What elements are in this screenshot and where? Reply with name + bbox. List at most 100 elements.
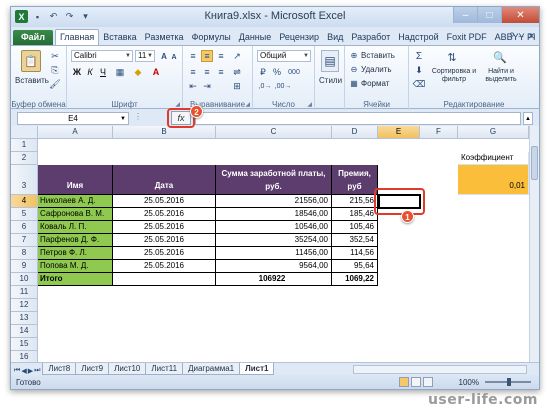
close-button[interactable]: ✕	[501, 7, 539, 23]
row-header-8[interactable]: 8	[11, 247, 38, 260]
column-header-e[interactable]: E	[378, 126, 420, 139]
cell-name-3[interactable]: Коваль Л. П.	[38, 221, 113, 234]
styles-button[interactable]: Стили	[319, 76, 342, 85]
find-select-button[interactable]: Найти и выделить	[479, 68, 523, 84]
insert-cells-icon[interactable]: ⊕	[349, 50, 359, 60]
last-sheet-icon[interactable]: ⏭	[34, 367, 40, 375]
maximize-button[interactable]: □	[477, 7, 501, 23]
cell-salary-3[interactable]: 10546,00	[216, 221, 332, 234]
cell-name-2[interactable]: Сафронова В. М.	[38, 208, 113, 221]
next-sheet-icon[interactable]: ▶	[28, 367, 33, 375]
row-header-7[interactable]: 7	[11, 234, 38, 247]
cell-name-5[interactable]: Петров Ф. Л.	[38, 247, 113, 260]
number-format-select[interactable]: Общий ▼	[257, 50, 311, 62]
tab-file[interactable]: Файл	[13, 30, 53, 45]
cell-bonus-5[interactable]: 114,56	[332, 247, 378, 260]
cell-total-label[interactable]: Итого	[38, 273, 113, 286]
font-dialog-launcher-icon[interactable]: ◢	[175, 101, 180, 108]
paste-button[interactable]: Вставить	[15, 76, 49, 85]
header-bonus[interactable]: Премия, руб	[332, 165, 378, 195]
row-header-9[interactable]: 9	[11, 260, 38, 273]
grow-font-icon[interactable]: A	[159, 50, 169, 62]
wrap-text-icon[interactable]: ⇌	[231, 66, 243, 78]
tab-developer[interactable]: Разработ	[347, 30, 394, 45]
header-salary[interactable]: Сумма заработной платы, руб.	[216, 165, 332, 195]
sheet-tab-chart1[interactable]: Диаграмма1	[182, 363, 241, 375]
coefficient-label[interactable]: Коэффициент	[458, 152, 529, 165]
name-box[interactable]: E4 ▼	[17, 112, 129, 125]
prev-sheet-icon[interactable]: ◀	[21, 367, 26, 375]
cell-date-5[interactable]: 25.05.2016	[113, 247, 216, 260]
row-header-11[interactable]: 11	[11, 286, 38, 299]
italic-icon[interactable]: К	[84, 66, 96, 78]
sheet-tab-list8[interactable]: Лист8	[42, 363, 77, 375]
header-name[interactable]: Имя	[38, 165, 113, 195]
cell-salary-1[interactable]: 21556,00	[216, 195, 332, 208]
increase-indent-icon[interactable]: ⇥	[201, 80, 213, 92]
vertical-scrollbar[interactable]	[529, 126, 539, 362]
row-header-16[interactable]: 16	[11, 351, 38, 362]
tab-insert[interactable]: Вставка	[99, 30, 140, 45]
currency-icon[interactable]: ₽	[257, 66, 269, 78]
column-header-c[interactable]: C	[216, 126, 332, 139]
row-header-13[interactable]: 13	[11, 312, 38, 325]
number-dialog-launcher-icon[interactable]: ◢	[307, 101, 312, 108]
page-break-view-icon[interactable]	[423, 377, 433, 387]
merge-cells-icon[interactable]: ⊞	[231, 80, 243, 92]
row-header-6[interactable]: 6	[11, 221, 38, 234]
copy-icon[interactable]: ⎘	[49, 64, 61, 76]
cell-date-4[interactable]: 25.05.2016	[113, 234, 216, 247]
borders-icon[interactable]: ▦	[113, 66, 127, 78]
tab-foxit[interactable]: Foxit PDF	[443, 30, 491, 45]
tab-addins[interactable]: Надстрой	[394, 30, 442, 45]
find-select-icon[interactable]: 🔍	[491, 48, 509, 66]
align-middle-icon[interactable]: ≡	[201, 50, 213, 62]
decrease-indent-icon[interactable]: ⇤	[187, 80, 199, 92]
tab-page-layout[interactable]: Разметка	[141, 30, 188, 45]
cell-date-6[interactable]: 25.05.2016	[113, 260, 216, 273]
column-header-b[interactable]: B	[113, 126, 216, 139]
column-header-d[interactable]: D	[332, 126, 378, 139]
vertical-scroll-thumb[interactable]	[531, 146, 538, 180]
decrease-decimal-icon[interactable]: ,00→	[275, 80, 292, 92]
row-header-4[interactable]: 4	[11, 195, 38, 208]
fill-color-icon[interactable]: ◆	[131, 66, 145, 78]
sheet-tab-list9[interactable]: Лист9	[75, 363, 110, 375]
cell-total-salary[interactable]: 106922	[216, 273, 332, 286]
tab-review[interactable]: Рецензир	[275, 30, 323, 45]
paste-icon[interactable]: 📋	[21, 50, 41, 72]
autosum-icon[interactable]: Σ	[413, 50, 425, 62]
sheet-tab-list11[interactable]: Лист11	[145, 363, 184, 375]
styles-icon[interactable]: ▤	[321, 50, 339, 72]
format-painter-icon[interactable]: 🖌	[49, 78, 61, 90]
normal-view-icon[interactable]	[399, 377, 409, 387]
font-size-select[interactable]: 11 ▼	[135, 50, 155, 62]
tab-home[interactable]: Главная	[54, 29, 100, 45]
cell-date-3[interactable]: 25.05.2016	[113, 221, 216, 234]
select-all-corner[interactable]	[11, 126, 38, 139]
cell-total-bonus[interactable]: 1069,22	[332, 273, 378, 286]
format-cells-button[interactable]: Формат	[361, 79, 389, 88]
cell-bonus-3[interactable]: 105,46	[332, 221, 378, 234]
ribbon-minimize-icon[interactable]: –	[518, 31, 523, 42]
coefficient-value[interactable]: 0,01	[458, 165, 529, 195]
formula-input[interactable]	[195, 112, 521, 125]
insert-cells-button[interactable]: Вставить	[361, 51, 395, 60]
cell-total-date[interactable]	[113, 273, 216, 286]
sort-filter-button[interactable]: Сортировка и фильтр	[431, 68, 477, 84]
sheet-tab-list1[interactable]: Лист1	[239, 363, 275, 375]
cell-salary-5[interactable]: 11456,00	[216, 247, 332, 260]
cell-bonus-1[interactable]: 215,56	[332, 195, 378, 208]
align-center-icon[interactable]: ≡	[201, 66, 213, 78]
format-cells-icon[interactable]: ▦	[349, 78, 359, 88]
cell-name-6[interactable]: Попова М. Д.	[38, 260, 113, 273]
shrink-font-icon[interactable]: A	[169, 51, 179, 63]
cell-bonus-4[interactable]: 352,54	[332, 234, 378, 247]
row-header-5[interactable]: 5	[11, 208, 38, 221]
clear-icon[interactable]: ⌫	[413, 78, 426, 90]
fill-icon[interactable]: ⬇	[413, 64, 425, 76]
row-header-15[interactable]: 15	[11, 338, 38, 351]
alignment-dialog-launcher-icon[interactable]: ◢	[245, 101, 250, 108]
align-left-icon[interactable]: ≡	[187, 66, 199, 78]
header-date[interactable]: Дата	[113, 165, 216, 195]
